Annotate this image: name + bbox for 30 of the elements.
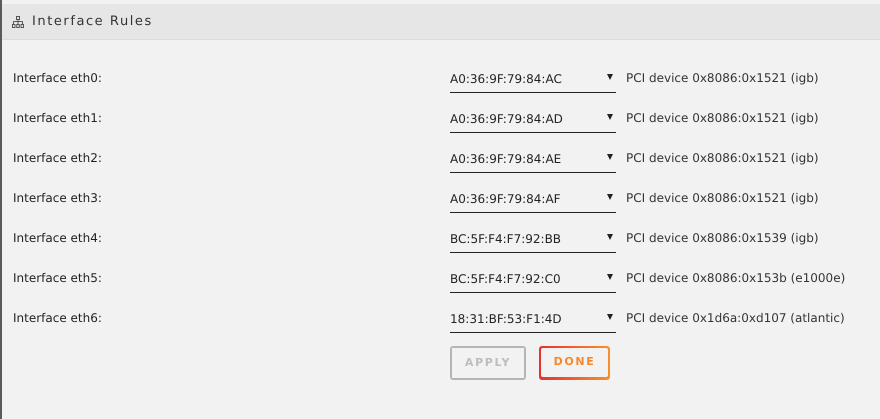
- dropdown-arrow-icon: [607, 194, 613, 200]
- interface-label: Interface eth4:: [13, 230, 103, 247]
- interface-label: Interface eth5:: [13, 270, 103, 287]
- device-description: PCI device 0x8086:0x1521 (igb): [626, 70, 819, 87]
- device-description: PCI device 0x8086:0x1521 (igb): [626, 150, 819, 167]
- dropdown-arrow-icon: [607, 154, 613, 160]
- interface-label: Interface eth6:: [13, 310, 103, 327]
- interface-label: Interface eth0:: [13, 70, 103, 87]
- device-description: PCI device 0x8086:0x1521 (igb): [626, 190, 819, 207]
- mac-select[interactable]: A0:36:9F:79:84:AD: [450, 105, 616, 133]
- mac-select[interactable]: BC:5F:F4:F7:92:BB: [450, 225, 616, 253]
- mac-select[interactable]: A0:36:9F:79:84:AE: [450, 145, 616, 173]
- dropdown-arrow-icon: [607, 274, 613, 280]
- device-description: PCI device 0x8086:0x1539 (igb): [626, 230, 819, 247]
- device-description: PCI device 0x1d6a:0xd107 (atlantic): [626, 310, 845, 327]
- panel-title: Interface Rules: [32, 12, 153, 31]
- device-description: PCI device 0x8086:0x1521 (igb): [626, 110, 819, 127]
- network-icon: [12, 16, 24, 28]
- mac-select[interactable]: A0:36:9F:79:84:AC: [450, 65, 616, 93]
- mac-select[interactable]: 18:31:BF:53:F1:4D: [450, 305, 616, 333]
- mac-select[interactable]: A0:36:9F:79:84:AF: [450, 185, 616, 213]
- interface-label: Interface eth3:: [13, 190, 103, 207]
- device-description: PCI device 0x8086:0x153b (e1000e): [626, 270, 846, 287]
- interface-label: Interface eth2:: [13, 150, 103, 167]
- dropdown-arrow-icon: [607, 114, 613, 120]
- dropdown-arrow-icon: [607, 314, 613, 320]
- interface-label: Interface eth1:: [13, 110, 103, 127]
- dropdown-arrow-icon: [607, 234, 613, 240]
- dropdown-arrow-icon: [607, 74, 613, 80]
- mac-select[interactable]: BC:5F:F4:F7:92:C0: [450, 265, 616, 293]
